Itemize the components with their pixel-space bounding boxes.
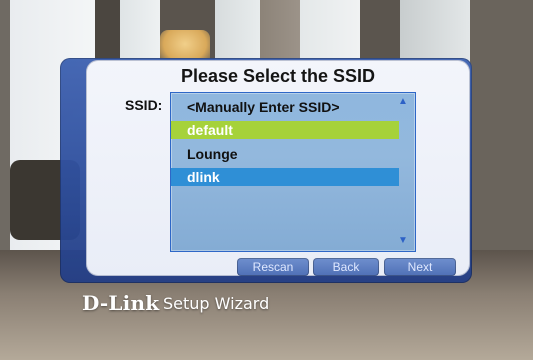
next-button[interactable]: Next — [384, 258, 456, 276]
back-button[interactable]: Back — [313, 258, 379, 276]
dialog-title: Please Select the SSID — [180, 66, 376, 86]
ssid-list[interactable]: <Manually Enter SSID> default Lounge dli… — [170, 92, 416, 252]
ssid-list-item-default[interactable]: default — [171, 121, 399, 139]
ssid-list-item-dlink[interactable]: dlink — [171, 168, 399, 186]
setup-wizard-label: Setup Wizard — [163, 294, 270, 313]
rescan-button[interactable]: Rescan — [237, 258, 309, 276]
ssid-list-item-manual[interactable]: <Manually Enter SSID> — [171, 98, 399, 116]
ssid-label: SSID: — [125, 97, 163, 113]
scroll-up-icon[interactable]: ▲ — [396, 96, 410, 108]
ssid-list-item-lounge[interactable]: Lounge — [171, 145, 399, 163]
brand-logo: D-Link — [82, 291, 160, 315]
scroll-down-icon[interactable]: ▼ — [396, 235, 410, 247]
